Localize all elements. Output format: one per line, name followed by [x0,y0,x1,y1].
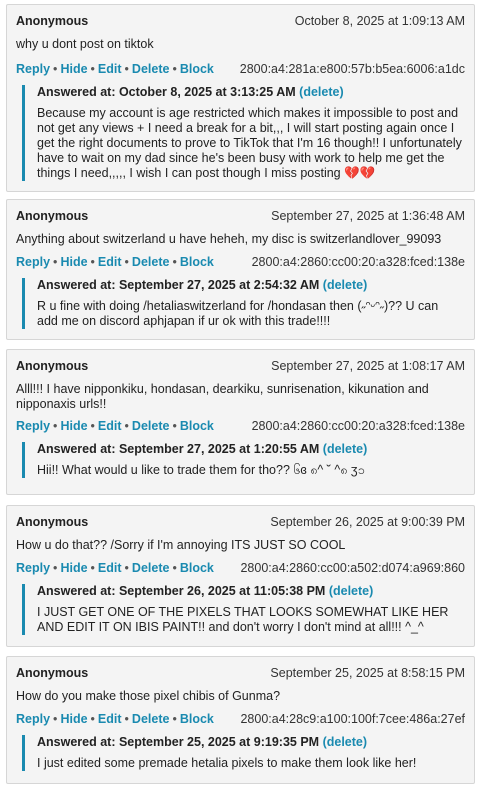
ask-timestamp: September 26, 2025 at 9:00:39 PM [270,515,465,529]
action-bar: Reply • Hide • Edit • Delete • Block 2800:a4:286… [16,255,465,269]
question-text: How do you make those pixel chibis of Gu… [16,689,281,703]
author-name: Anonymous [16,359,89,373]
ip-address: 2800:a4:2860:cc00:20:a328:fced:138e [251,419,465,433]
ip-address: 2800:a4:281a:e800:57b:b5ea:6006:a1dc [239,62,465,76]
answer-block: Answered at: September 25, 2025 at 9:19:… [22,735,462,771]
edit-link[interactable]: Edit [98,255,122,269]
reply-link[interactable]: Reply [16,255,50,269]
edit-link[interactable]: Edit [98,561,122,575]
ask-timestamp: October 8, 2025 at 1:09:13 AM [294,14,465,28]
answer-text: R u fine with doing /hetaliaswitzerland … [37,299,439,328]
block-link[interactable]: Block [180,419,214,433]
answer-header: Answered at: September 25, 2025 at 9:19:… [37,735,462,749]
block-link[interactable]: Block [180,255,214,269]
ask-card: Anonymous September 27, 2025 at 1:36:48 … [6,199,475,340]
hide-link[interactable]: Hide [60,712,87,726]
question-text: Anything about switzerland u have heheh,… [16,232,442,246]
ip-address: 2800:a4:28c9:a100:100f:7cee:486a:27ef [240,712,465,726]
ask-timestamp: September 25, 2025 at 8:58:15 PM [270,666,465,680]
action-bar: Reply • Hide • Edit • Delete • Block 2800:a4:286… [16,561,465,575]
delete-link[interactable]: Delete [132,419,170,433]
ask-card: Anonymous September 25, 2025 at 8:58:15 … [6,656,475,784]
action-links: Reply • Hide • Edit • Delete • Block [16,255,214,269]
reply-link[interactable]: Reply [16,62,50,76]
ask-card: Anonymous October 8, 2025 at 1:09:13 AM … [6,4,475,192]
author-name: Anonymous [16,515,89,529]
ask-header: Anonymous September 25, 2025 at 8:58:15 … [16,666,465,680]
reply-link[interactable]: Reply [16,712,50,726]
action-links: Reply • Hide • Edit • Delete • Block [16,62,214,76]
reply-link[interactable]: Reply [16,419,50,433]
ask-timestamp: September 27, 2025 at 1:36:48 AM [271,209,465,223]
answer-header: Answered at: September 26, 2025 at 11:05… [37,584,462,598]
answer-header: Answered at: October 8, 2025 at 3:13:25 … [37,85,462,99]
answer-text: Because my account is age restricted whi… [37,106,462,180]
ask-card: Anonymous September 26, 2025 at 9:00:39 … [6,505,475,647]
ask-header: Anonymous September 27, 2025 at 1:08:17 … [16,359,465,373]
ask-header: Anonymous September 26, 2025 at 9:00:39 … [16,515,465,529]
action-links: Reply • Hide • Edit • Delete • Block [16,561,214,575]
answer-delete-link[interactable]: (delete) [323,278,367,292]
question-text: why u dont post on tiktok [16,37,154,51]
answer-header: Answered at: September 27, 2025 at 1:20:… [37,442,462,456]
answer-block: Answered at: October 8, 2025 at 3:13:25 … [22,85,462,181]
answer-header: Answered at: September 27, 2025 at 2:54:… [37,278,462,292]
answered-at: Answered at: September 26, 2025 at 11:05… [37,584,326,598]
ask-timestamp: September 27, 2025 at 1:08:17 AM [271,359,465,373]
answer-delete-link[interactable]: (delete) [329,584,373,598]
action-links: Reply • Hide • Edit • Delete • Block [16,712,214,726]
answer-text: I just edited some premade hetalia pixel… [37,756,417,770]
edit-link[interactable]: Edit [98,62,122,76]
answer-delete-link[interactable]: (delete) [323,442,367,456]
block-link[interactable]: Block [180,62,214,76]
hide-link[interactable]: Hide [60,255,87,269]
answered-at: Answered at: September 27, 2025 at 1:20:… [37,442,320,456]
answer-block: Answered at: September 27, 2025 at 2:54:… [22,278,462,329]
ip-address: 2800:a4:2860:cc00:20:a328:fced:138e [251,255,465,269]
block-link[interactable]: Block [180,712,214,726]
ask-header: Anonymous October 8, 2025 at 1:09:13 AM [16,14,465,28]
answer-block: Answered at: September 27, 2025 at 1:20:… [22,442,462,478]
action-bar: Reply • Hide • Edit • Delete • Block 2800:a4:28c… [16,712,465,726]
hide-link[interactable]: Hide [60,62,87,76]
answer-delete-link[interactable]: (delete) [323,735,367,749]
answered-at: Answered at: October 8, 2025 at 3:13:25 … [37,85,296,99]
question-text: How u do that?? /Sorry if I'm annoying I… [16,538,346,552]
reply-link[interactable]: Reply [16,561,50,575]
ask-header: Anonymous September 27, 2025 at 1:36:48 … [16,209,465,223]
delete-link[interactable]: Delete [132,62,170,76]
hide-link[interactable]: Hide [60,419,87,433]
hide-link[interactable]: Hide [60,561,87,575]
question-text: Alll!!! I have nipponkiku, hondasan, dea… [16,382,429,411]
action-links: Reply • Hide • Edit • Delete • Block [16,419,214,433]
answer-delete-link[interactable]: (delete) [299,85,343,99]
author-name: Anonymous [16,209,89,223]
answer-text: Hii!! What would u like to trade them fo… [37,463,365,477]
author-name: Anonymous [16,666,89,680]
ask-feed: Anonymous October 8, 2025 at 1:09:13 AM … [0,0,477,800]
delete-link[interactable]: Delete [132,255,170,269]
block-link[interactable]: Block [180,561,214,575]
action-bar: Reply • Hide • Edit • Delete • Block 2800:a4:286… [16,419,465,433]
author-name: Anonymous [16,14,89,28]
answered-at: Answered at: September 27, 2025 at 2:54:… [37,278,320,292]
answer-text: I JUST GET ONE OF THE PIXELS THAT LOOKS … [37,605,449,634]
edit-link[interactable]: Edit [98,712,122,726]
edit-link[interactable]: Edit [98,419,122,433]
ip-address: 2800:a4:2860:cc00:a502:d074:a969:860 [240,561,465,575]
delete-link[interactable]: Delete [132,712,170,726]
action-bar: Reply • Hide • Edit • Delete • Block 2800:a4:281… [16,62,465,76]
answer-block: Answered at: September 26, 2025 at 11:05… [22,584,462,635]
answered-at: Answered at: September 25, 2025 at 9:19:… [37,735,320,749]
ask-card: Anonymous September 27, 2025 at 1:08:17 … [6,349,475,495]
delete-link[interactable]: Delete [132,561,170,575]
